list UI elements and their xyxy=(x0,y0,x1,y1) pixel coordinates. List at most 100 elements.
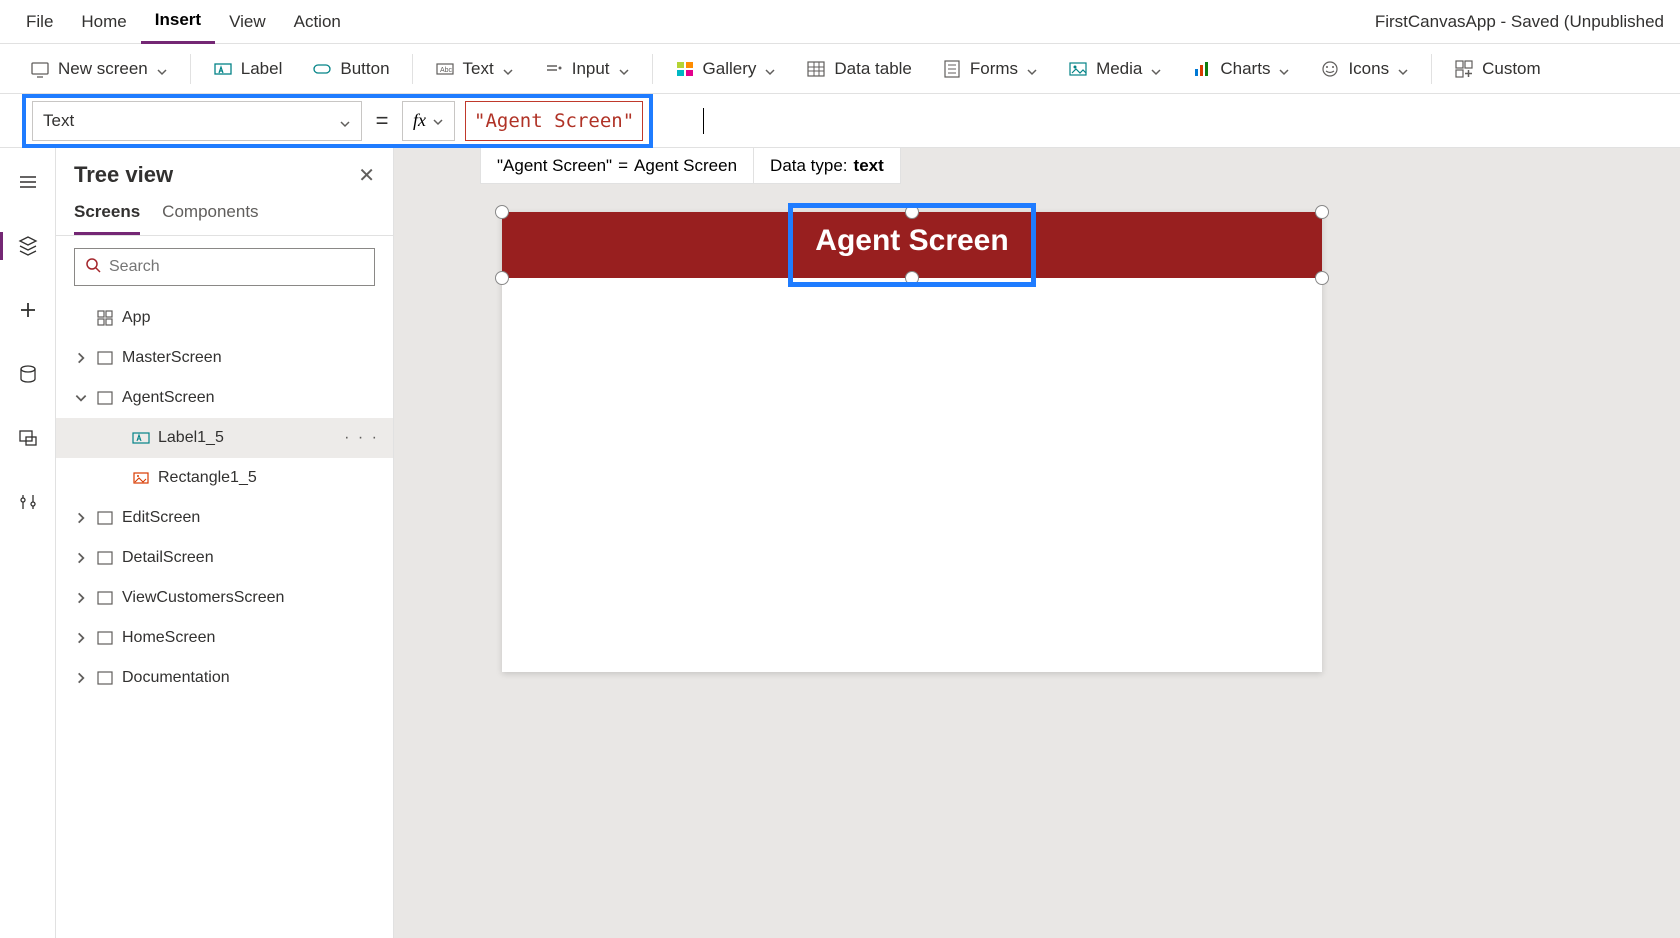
tree-node-label: MasterScreen xyxy=(122,349,393,367)
tree-node[interactable]: EditScreen xyxy=(56,498,393,538)
insert-forms-label: Forms xyxy=(970,59,1018,79)
tree-node[interactable]: Label1_5 · · · xyxy=(56,418,393,458)
tree-node[interactable]: MasterScreen xyxy=(56,338,393,378)
tree-node-label: Label1_5 xyxy=(158,429,336,447)
tree-node-label: ViewCustomersScreen xyxy=(122,589,393,607)
insert-forms-button[interactable]: Forms xyxy=(930,50,1050,88)
label-icon xyxy=(132,429,150,447)
charts-icon xyxy=(1192,59,1212,79)
rail-hamburger[interactable] xyxy=(10,164,46,200)
rail-tree-view[interactable] xyxy=(10,228,46,264)
chevron-down-icon xyxy=(339,115,351,127)
menu-action[interactable]: Action xyxy=(280,0,355,44)
separator xyxy=(1431,54,1432,84)
tab-components[interactable]: Components xyxy=(162,194,258,235)
formula-evaluation: "Agent Screen" = Agent Screen xyxy=(481,148,754,183)
menu-view[interactable]: View xyxy=(215,0,280,44)
fx-button[interactable]: fx xyxy=(402,101,455,141)
rail-media[interactable] xyxy=(10,420,46,456)
tree-node[interactable]: ViewCustomersScreen xyxy=(56,578,393,618)
insert-icons-label: Icons xyxy=(1348,59,1389,79)
more-icon[interactable]: · · · xyxy=(344,429,393,447)
eval-eq: = xyxy=(618,156,628,176)
chevron-down-icon[interactable] xyxy=(74,391,88,405)
formula-value-box[interactable]: "Agent Screen" xyxy=(465,101,643,141)
tree-node[interactable]: HomeScreen xyxy=(56,618,393,658)
tree-node-app[interactable]: App xyxy=(56,298,393,338)
insert-gallery-label: Gallery xyxy=(703,59,757,79)
insert-button-text: Button xyxy=(340,59,389,79)
insert-media-button[interactable]: Media xyxy=(1056,50,1174,88)
insert-label-button[interactable]: Label xyxy=(201,50,295,88)
screen-icon xyxy=(96,589,114,607)
app-icon xyxy=(96,309,114,327)
tree-node[interactable]: Rectangle1_5 xyxy=(56,458,393,498)
tree-view-panel: Tree view ✕ Screens Components App xyxy=(56,148,394,938)
insert-data-table-label: Data table xyxy=(834,59,912,79)
spacer xyxy=(110,431,124,445)
rail-advanced[interactable] xyxy=(10,484,46,520)
formula-input[interactable] xyxy=(653,101,1680,141)
tab-screens[interactable]: Screens xyxy=(74,194,140,235)
chevron-right-icon[interactable] xyxy=(74,591,88,605)
chevron-down-icon xyxy=(156,63,168,75)
new-screen-label: New screen xyxy=(58,59,148,79)
insert-icons-button[interactable]: Icons xyxy=(1308,50,1421,88)
table-icon xyxy=(806,59,826,79)
new-screen-button[interactable]: New screen xyxy=(18,50,180,88)
chevron-right-icon[interactable] xyxy=(74,351,88,365)
tree-node[interactable]: Documentation xyxy=(56,658,393,698)
media-icon xyxy=(1068,59,1088,79)
rect-icon xyxy=(132,469,150,487)
chevron-down-icon xyxy=(618,63,630,75)
property-selector-value: Text xyxy=(43,111,74,131)
svg-text:Abc: Abc xyxy=(440,67,453,74)
property-formula-highlight: Text = fx "Agent Screen" xyxy=(22,94,653,148)
canvas-area[interactable]: Agent Screen xyxy=(394,148,1680,938)
insert-button-button[interactable]: Button xyxy=(300,50,401,88)
search-icon xyxy=(85,257,101,278)
insert-data-table-button[interactable]: Data table xyxy=(794,50,924,88)
data-type-cell: Data type: text xyxy=(754,148,900,183)
insert-input-label: Input xyxy=(572,59,610,79)
search-box[interactable] xyxy=(74,248,375,286)
canvas-screen[interactable]: Agent Screen xyxy=(502,212,1322,672)
separator xyxy=(190,54,191,84)
tree-node[interactable]: DetailScreen xyxy=(56,538,393,578)
property-selector[interactable]: Text xyxy=(32,101,362,141)
label-icon xyxy=(213,59,233,79)
menu-insert[interactable]: Insert xyxy=(141,0,215,44)
icons-icon xyxy=(1320,59,1340,79)
equals-sign: = xyxy=(372,108,392,134)
tree-list: App MasterScreen AgentScreen Label1_5 · · ·… xyxy=(56,298,393,938)
insert-input-button[interactable]: Input xyxy=(532,50,642,88)
chevron-right-icon[interactable] xyxy=(74,631,88,645)
insert-custom-label: Custom xyxy=(1482,59,1541,79)
app-title: FirstCanvasApp - Saved (Unpublished xyxy=(1375,12,1668,32)
chevron-right-icon[interactable] xyxy=(74,671,88,685)
separator xyxy=(652,54,653,84)
workspace: Tree view ✕ Screens Components App xyxy=(0,148,1680,938)
close-icon[interactable]: ✕ xyxy=(358,163,375,188)
insert-charts-button[interactable]: Charts xyxy=(1180,50,1302,88)
search-input[interactable] xyxy=(109,258,364,276)
text-cursor xyxy=(703,108,704,134)
ribbon-bar: New screen Label Button Abc Text Input xyxy=(0,44,1680,94)
chevron-down-icon xyxy=(1026,63,1038,75)
insert-text-button[interactable]: Abc Text xyxy=(423,50,526,88)
tree-node[interactable]: AgentScreen xyxy=(56,378,393,418)
screen-icon xyxy=(30,59,50,79)
screen-icon xyxy=(96,509,114,527)
input-icon xyxy=(544,59,564,79)
rail-insert[interactable] xyxy=(10,292,46,328)
menu-file[interactable]: File xyxy=(12,0,67,44)
menu-home[interactable]: Home xyxy=(67,0,140,44)
insert-gallery-button[interactable]: Gallery xyxy=(663,50,789,88)
chevron-right-icon[interactable] xyxy=(74,511,88,525)
chevron-down-icon xyxy=(1150,63,1162,75)
insert-custom-button[interactable]: Custom xyxy=(1442,50,1553,88)
rail-data[interactable] xyxy=(10,356,46,392)
canvas-header-label[interactable]: Agent Screen xyxy=(797,224,1027,258)
formula-value-text: "Agent Screen" xyxy=(474,110,634,132)
chevron-right-icon[interactable] xyxy=(74,551,88,565)
